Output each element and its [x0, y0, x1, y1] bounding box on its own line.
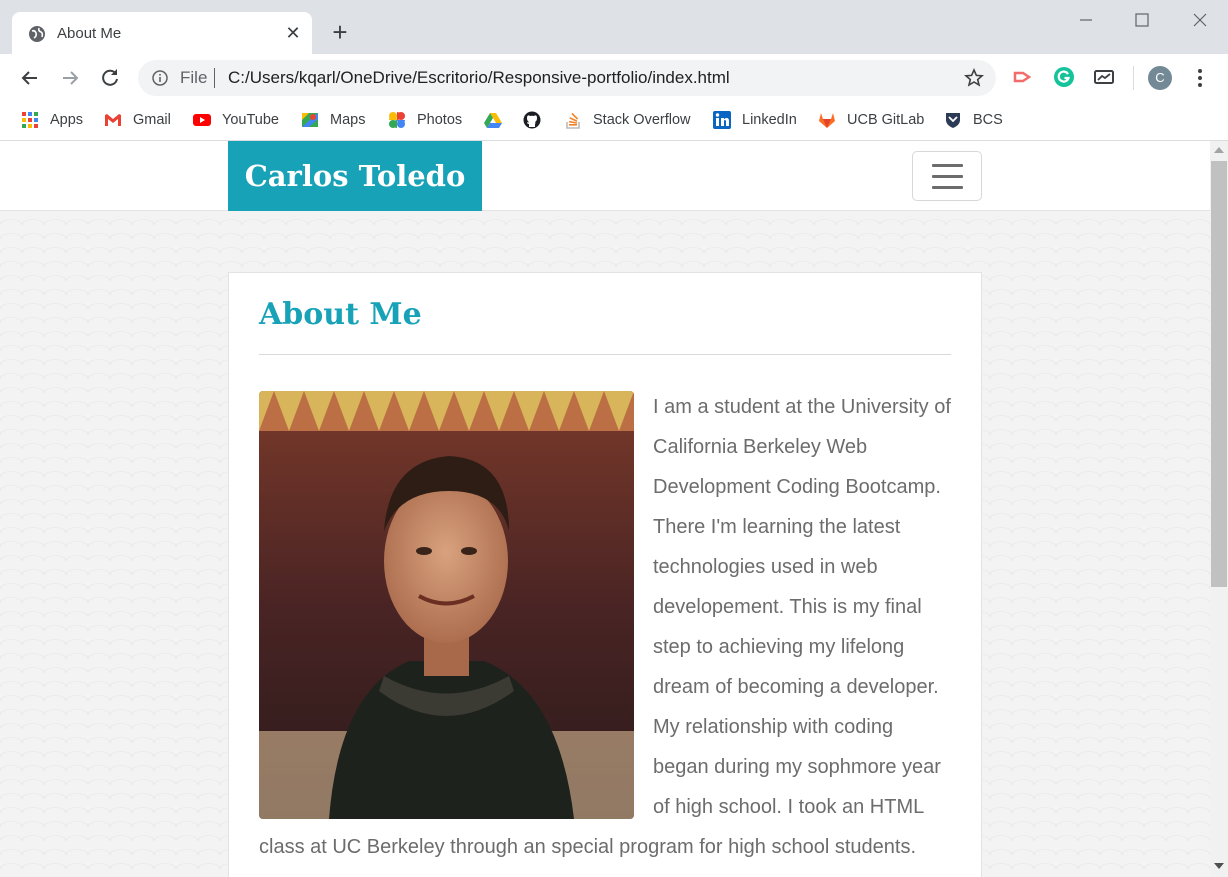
url-scheme-label: File — [180, 68, 208, 87]
bookmark-star-icon[interactable] — [964, 68, 984, 88]
bookmark-youtube[interactable]: YouTube — [193, 108, 279, 132]
bookmark-ucb-gitlab[interactable]: UCB GitLab — [818, 108, 924, 132]
gitlab-icon — [819, 113, 835, 128]
maps-icon — [302, 113, 318, 127]
bio-paragraph: I am a student at the University of Cali… — [259, 387, 951, 867]
stack-overflow-icon — [566, 112, 580, 129]
navbar-toggle-button[interactable] — [912, 151, 982, 201]
bookmark-github[interactable] — [523, 108, 552, 132]
minimize-icon[interactable] — [1072, 8, 1100, 32]
title-divider — [259, 354, 951, 355]
scroll-down-arrow-icon[interactable] — [1214, 863, 1224, 869]
section-title: About Me — [259, 297, 422, 332]
bookmark-label: BCS — [973, 112, 1003, 128]
about-card: About Me I am a student at the Universit… — [228, 272, 982, 877]
tab-about-me[interactable]: About Me ✕ — [12, 12, 312, 54]
bookmark-maps[interactable]: Maps — [301, 108, 365, 132]
bookmark-label: UCB GitLab — [847, 112, 925, 128]
info-icon[interactable] — [152, 70, 168, 86]
new-tab-button[interactable]: + — [327, 19, 353, 46]
scroll-up-arrow-icon[interactable] — [1214, 147, 1224, 153]
bookmark-label: YouTube — [222, 112, 279, 128]
gmail-icon — [105, 114, 121, 126]
forward-arrow-icon[interactable] — [56, 64, 84, 92]
bookmark-label: Photos — [417, 112, 463, 128]
bookmark-label: Gmail — [133, 112, 171, 128]
bookmarks-bar: Apps Gmail YouTube Maps Photos Stack Ove… — [0, 102, 1228, 140]
photos-icon — [389, 112, 405, 128]
bookmark-label: Maps — [330, 112, 366, 128]
maximize-icon[interactable] — [1128, 8, 1156, 32]
browser-chrome: About Me ✕ + File C:/Users/kqarl/OneDriv… — [0, 0, 1228, 141]
bookmark-linkedin[interactable]: LinkedIn — [713, 108, 797, 132]
address-bar[interactable]: File C:/Users/kqarl/OneDrive/Escritorio/… — [138, 60, 996, 96]
bookmark-photos[interactable]: Photos — [388, 108, 462, 132]
bookmark-label: Apps — [50, 112, 84, 128]
hamburger-bar — [932, 164, 963, 167]
bookmark-label: LinkedIn — [742, 112, 797, 128]
bookmark-stack-overflow[interactable]: Stack Overflow — [564, 108, 691, 132]
extension-cast-icon[interactable] — [1012, 66, 1034, 88]
hamburger-bar — [932, 175, 963, 178]
bookmark-gmail[interactable]: Gmail — [104, 108, 171, 132]
window-close-icon[interactable] — [1186, 8, 1214, 32]
tab-close-icon[interactable]: ✕ — [282, 22, 304, 44]
site-navbar: Carlos Toledo — [0, 141, 1210, 211]
reload-icon[interactable] — [96, 64, 124, 92]
apps-grid-icon — [22, 112, 38, 128]
profile-avatar[interactable]: C — [1148, 66, 1172, 90]
google-drive-icon — [484, 113, 502, 128]
github-icon — [523, 111, 541, 129]
bookmark-apps[interactable]: Apps — [21, 108, 83, 132]
page-scrollbar[interactable] — [1210, 141, 1228, 877]
browser-toolbar: File C:/Users/kqarl/OneDrive/Escritorio/… — [0, 54, 1228, 102]
youtube-icon — [193, 114, 211, 126]
url-text[interactable]: C:/Users/kqarl/OneDrive/Escritorio/Respo… — [228, 68, 730, 88]
bcs-shield-icon — [946, 113, 960, 128]
bookmark-google-drive[interactable] — [484, 108, 513, 132]
toolbar-divider — [1133, 66, 1134, 90]
url-separator — [214, 68, 215, 88]
back-arrow-icon[interactable] — [16, 64, 44, 92]
tab-title: About Me — [57, 25, 122, 42]
screen-extension-icon[interactable] — [1093, 66, 1115, 88]
site-brand[interactable]: Carlos Toledo — [228, 141, 482, 211]
bookmark-bcs[interactable]: BCS — [944, 108, 1003, 132]
page-viewport: Carlos Toledo About Me I am a student at… — [0, 141, 1210, 877]
grammarly-icon[interactable] — [1053, 66, 1075, 88]
tab-strip: About Me ✕ + — [0, 0, 1228, 54]
hamburger-bar — [932, 186, 963, 189]
globe-icon — [29, 26, 45, 42]
kebab-menu-icon[interactable] — [1190, 66, 1210, 90]
scrollbar-thumb[interactable] — [1211, 161, 1227, 587]
bookmark-label: Stack Overflow — [593, 112, 691, 128]
photo-float-spacer — [259, 387, 653, 821]
linkedin-icon — [713, 111, 731, 129]
